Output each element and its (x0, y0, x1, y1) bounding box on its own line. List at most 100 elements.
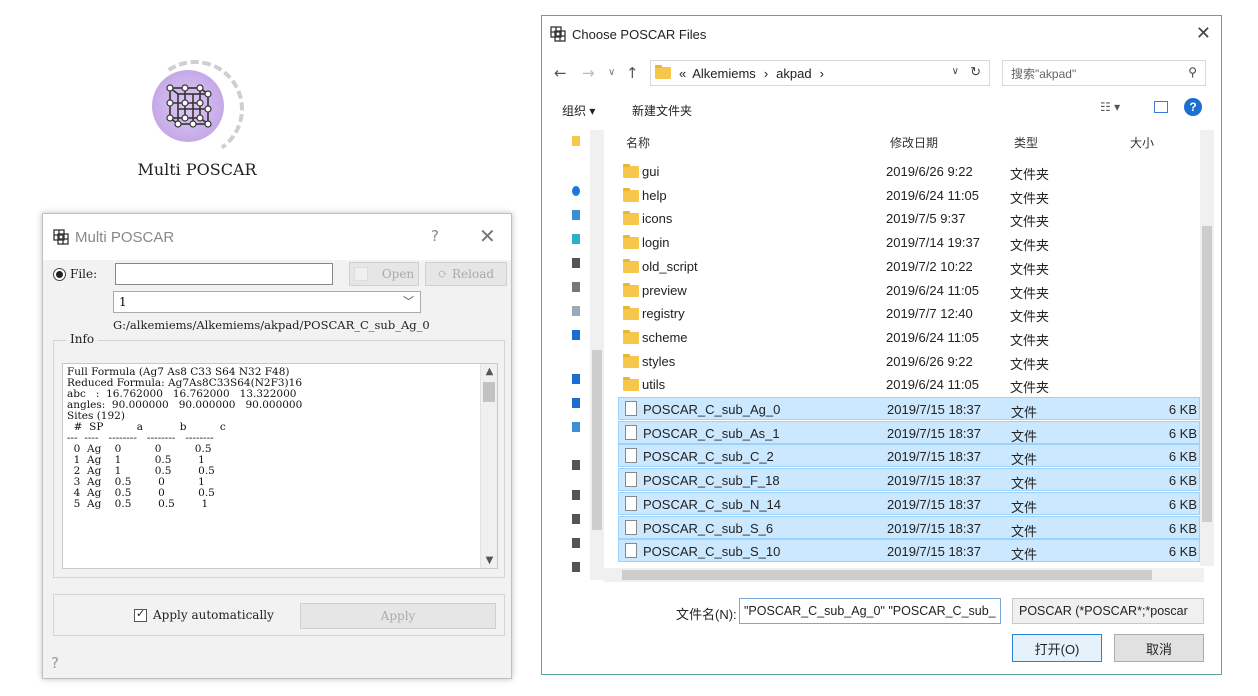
scroll-up-icon[interactable]: ▲ (481, 366, 497, 377)
folder-icon (623, 258, 639, 273)
info-text-area[interactable]: Full Formula (Ag7 As8 C33 S64 N32 F48) R… (62, 363, 498, 569)
column-header-size[interactable]: 大小 (1130, 134, 1154, 158)
file-list-row[interactable]: registry 2019/7/7 12:40 文件夹 (618, 302, 1200, 325)
filelist-scrollbar[interactable] (1200, 130, 1214, 566)
file-size: 6 KB (1168, 520, 1197, 536)
apply-automatically-checkbox[interactable]: Apply automatically (134, 607, 274, 622)
quick-access-icon[interactable] (572, 136, 580, 146)
scroll-down-icon[interactable]: ▼ (481, 555, 497, 566)
forward-arrow-icon[interactable]: → (582, 64, 595, 82)
file-chooser-dialog: Choose POSCAR Files ✕ ← → ∨ ↑ « Alkemiem… (541, 15, 1222, 675)
current-path-text: G:/alkemiems/Alkemiems/akpad/POSCAR_C_su… (113, 318, 430, 332)
close-icon[interactable]: ✕ (1196, 23, 1211, 44)
file-list-row[interactable]: utils 2019/6/24 11:05 文件夹 (618, 373, 1200, 396)
refresh-icon[interactable]: ↻ (970, 64, 981, 80)
file-list-row[interactable]: preview 2019/6/24 11:05 文件夹 (618, 279, 1200, 302)
onedrive-icon[interactable] (572, 186, 580, 196)
help-icon[interactable]: ? (431, 227, 439, 245)
this-pc-icon[interactable] (572, 210, 580, 220)
file-icon (625, 519, 637, 535)
filename-input[interactable]: "POSCAR_C_sub_Ag_0" "POSCAR_C_sub_ (739, 598, 1001, 624)
file-size: 6 KB (1168, 544, 1197, 560)
file-date: 2019/7/15 18:37 (887, 496, 981, 512)
close-icon[interactable]: ✕ (479, 224, 496, 248)
navpane-scrollbar[interactable] (590, 130, 604, 580)
column-header-name[interactable]: 名称 (626, 134, 650, 158)
organize-menu[interactable]: 组织 ▾ (562, 102, 595, 119)
back-arrow-icon[interactable]: ← (554, 64, 567, 82)
search-input[interactable]: 搜索"akpad" ⚲ (1002, 60, 1206, 86)
breadcrumb-more[interactable]: « (679, 66, 686, 81)
filelist-scrollbar-thumb[interactable] (1202, 226, 1212, 522)
cancel-button[interactable]: 取消 (1114, 634, 1204, 662)
new-folder-button[interactable]: 新建文件夹 (632, 102, 692, 119)
open-button[interactable]: Open (349, 262, 419, 286)
file-type: 文件 (1011, 476, 1038, 492)
open-button-label: Open (381, 267, 415, 281)
address-bar[interactable]: « Alkemiems › akpad › ∨ ↻ (650, 60, 990, 86)
file-list-row[interactable]: icons 2019/7/5 9:37 文件夹 (618, 207, 1200, 230)
up-arrow-icon[interactable]: ↑ (626, 64, 639, 82)
file-list-row[interactable]: POSCAR_C_sub_As_1 2019/7/15 18:37 文件 6 KB (618, 420, 1200, 444)
file-radio[interactable] (53, 267, 66, 281)
chooser-titlebar: Choose POSCAR Files ✕ (542, 16, 1221, 52)
3d-objects-icon[interactable] (572, 234, 580, 244)
horizontal-scrollbar[interactable] (604, 568, 1204, 582)
breadcrumb-akpad[interactable]: akpad (776, 66, 811, 81)
checkbox-checked-icon[interactable] (134, 607, 147, 622)
file-list[interactable]: 名称 修改日期 类型 大小 gui 2019/6/26 9:22 文件夹 help 20… (618, 130, 1214, 566)
info-scrollbar-thumb[interactable] (483, 382, 495, 402)
crystal-lattice-icon (166, 84, 212, 128)
file-list-row[interactable]: POSCAR_C_sub_S_6 2019/7/15 18:37 文件 6 KB (618, 515, 1200, 539)
pictures-icon[interactable] (572, 282, 580, 292)
bottom-help-icon[interactable]: ? (51, 654, 59, 672)
file-list-row[interactable]: gui 2019/6/26 9:22 文件夹 (618, 160, 1200, 183)
search-icon[interactable]: ⚲ (1188, 65, 1197, 79)
drive-icon[interactable] (572, 490, 580, 500)
reload-button[interactable]: ⟳ Reload (425, 262, 507, 286)
file-list-row[interactable]: login 2019/7/14 19:37 文件夹 (618, 231, 1200, 254)
app-lattice-icon (53, 229, 69, 245)
file-type-filter[interactable]: POSCAR (*POSCAR*;*poscar (1012, 598, 1204, 624)
breadcrumb-alkemiems[interactable]: Alkemiems (692, 66, 756, 81)
file-list-row[interactable]: help 2019/6/24 11:05 文件夹 (618, 184, 1200, 207)
file-list-row[interactable]: styles 2019/6/26 9:22 文件夹 (618, 350, 1200, 373)
preview-pane-icon[interactable] (1154, 101, 1168, 113)
file-name: help (642, 187, 667, 203)
recent-chevron-icon[interactable]: ∨ (608, 67, 615, 78)
file-list-row[interactable]: POSCAR_C_sub_F_18 2019/7/15 18:37 文件 6 KB (618, 468, 1200, 492)
file-name: utils (642, 377, 666, 393)
open-button[interactable]: 打开(O) (1012, 634, 1102, 662)
desktop-icon[interactable] (572, 398, 580, 408)
navigation-pane[interactable] (562, 130, 604, 580)
drive-icon[interactable] (572, 538, 580, 548)
videos-icon[interactable] (572, 258, 580, 268)
file-list-row[interactable]: POSCAR_C_sub_S_10 2019/7/15 18:37 文件 6 KB (618, 539, 1200, 563)
file-list-row[interactable]: old_script 2019/7/2 10:22 文件夹 (618, 255, 1200, 278)
help-icon[interactable]: ? (1184, 98, 1202, 116)
file-list-row[interactable]: POSCAR_C_sub_Ag_0 2019/7/15 18:37 文件 6 KB (618, 397, 1200, 420)
file-icon (625, 401, 637, 416)
downloads-icon[interactable] (572, 330, 580, 340)
navpane-scrollbar-thumb[interactable] (592, 350, 602, 530)
column-header-date[interactable]: 修改日期 (890, 134, 938, 158)
file-radio-row[interactable]: File: (53, 262, 97, 286)
apply-button[interactable]: Apply (300, 603, 496, 629)
drive-icon[interactable] (572, 422, 580, 432)
documents-icon[interactable] (572, 306, 580, 316)
drive-icon[interactable] (572, 514, 580, 524)
info-scrollbar[interactable]: ▲ ▼ (480, 364, 497, 568)
drive-icon[interactable] (572, 460, 580, 470)
horizontal-scrollbar-thumb[interactable] (622, 570, 1152, 580)
address-dropdown-icon[interactable]: ∨ (952, 66, 959, 77)
file-list-row[interactable]: POSCAR_C_sub_N_14 2019/7/15 18:37 文件 6 KB (618, 491, 1200, 515)
recent-files-combo[interactable]: 1 ﹀ (113, 291, 421, 313)
file-list-row[interactable]: POSCAR_C_sub_C_2 2019/7/15 18:37 文件 6 KB (618, 444, 1200, 468)
search-placeholder: 搜索"akpad" (1011, 66, 1077, 81)
view-options-icon[interactable]: ☷ ▾ (1100, 100, 1120, 114)
music-icon[interactable] (572, 374, 580, 384)
network-icon[interactable] (572, 562, 580, 572)
file-list-row[interactable]: scheme 2019/6/24 11:05 文件夹 (618, 326, 1200, 349)
column-header-type[interactable]: 类型 (1014, 134, 1038, 158)
file-path-input[interactable] (115, 263, 333, 285)
